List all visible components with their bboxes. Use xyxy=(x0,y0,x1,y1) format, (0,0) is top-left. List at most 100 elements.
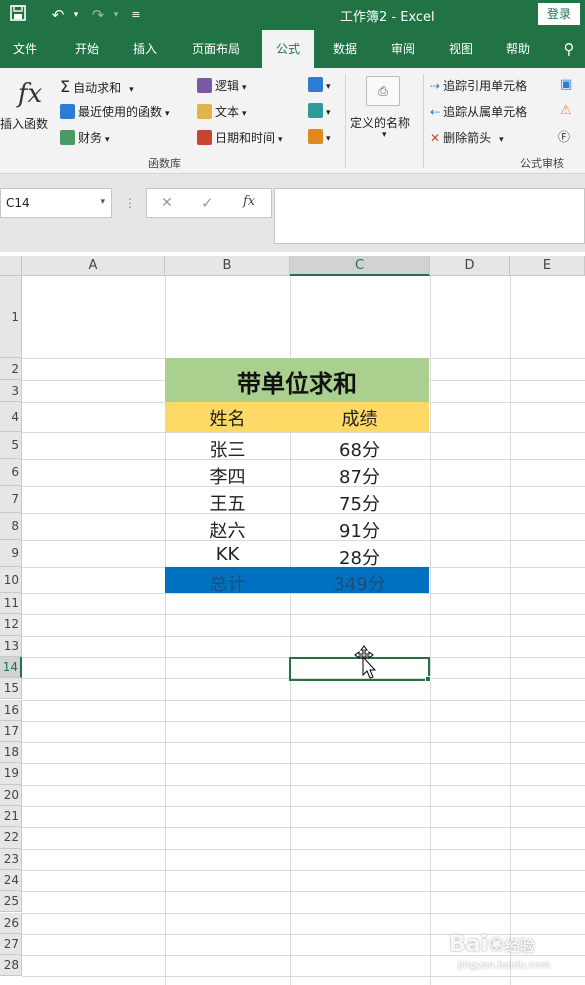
row-header-19[interactable]: 19 xyxy=(0,763,22,785)
row-header-2[interactable]: 2 xyxy=(0,358,22,380)
insert-function-label[interactable]: 插入函数 xyxy=(0,115,48,132)
resize-handle-icon[interactable]: ⋮ xyxy=(124,196,136,210)
row-header-15[interactable]: 15 xyxy=(0,678,22,700)
row-header-10[interactable]: 10 xyxy=(0,567,22,593)
watermark-brand-text: Bai xyxy=(449,932,489,957)
recent-functions-button[interactable]: 最近使用的函数 ▾ xyxy=(60,103,170,120)
row-header-26[interactable]: 26 xyxy=(0,912,22,934)
lookup-button[interactable]: ▾ xyxy=(308,77,331,92)
redo-icon[interactable]: ↷ xyxy=(88,5,108,25)
row-header-24[interactable]: 24 xyxy=(0,869,22,892)
total-value-cell[interactable]: 349分 xyxy=(290,570,429,596)
lookup-icon xyxy=(308,77,323,92)
tab-page-layout[interactable]: 页面布局 xyxy=(180,30,252,68)
row-header-27[interactable]: 27 xyxy=(0,933,22,956)
math-button[interactable]: ▾ xyxy=(308,103,331,118)
name-box[interactable]: C14 ▾ xyxy=(0,188,112,218)
remove-arrows-icon: ✕ xyxy=(430,131,441,145)
logical-button[interactable]: 逻辑 ▾ xyxy=(197,77,247,94)
score-cell[interactable]: 91分 xyxy=(290,517,429,543)
column-header-e[interactable]: E xyxy=(510,256,585,276)
name-cell[interactable]: 赵六 xyxy=(165,517,290,543)
text-button[interactable]: 文本 ▾ xyxy=(197,103,247,120)
undo-dropdown-icon[interactable]: ▾ xyxy=(66,5,86,25)
name-cell[interactable]: 李四 xyxy=(165,463,290,489)
row-header-4[interactable]: 4 xyxy=(0,402,22,432)
customize-toolbar-icon[interactable]: ≡ xyxy=(126,5,146,25)
name-cell[interactable]: 王五 xyxy=(165,490,290,516)
row-header-5[interactable]: 5 xyxy=(0,432,22,459)
row-header-22[interactable]: 22 xyxy=(0,827,22,849)
fill-handle[interactable] xyxy=(425,676,431,682)
redo-dropdown-icon[interactable]: ▾ xyxy=(106,5,126,25)
row-header-20[interactable]: 20 xyxy=(0,784,22,806)
score-cell[interactable]: 68分 xyxy=(290,436,429,462)
total-label-cell[interactable]: 总计 xyxy=(165,570,290,596)
error-checking-icon[interactable]: ⚠ xyxy=(560,103,572,118)
name-cell[interactable]: KK xyxy=(165,544,290,565)
row-header-12[interactable]: 12 xyxy=(0,614,22,636)
save-icon[interactable] xyxy=(8,5,28,25)
table-title[interactable]: 带单位求和 xyxy=(165,364,429,399)
row-header-7[interactable]: 7 xyxy=(0,486,22,513)
show-formulas-icon[interactable]: ▣ xyxy=(560,77,572,92)
row-header-6[interactable]: 6 xyxy=(0,459,22,486)
score-cell[interactable]: 87分 xyxy=(290,463,429,489)
insert-function-button[interactable]: fx xyxy=(6,80,54,108)
remove-arrows-button[interactable]: ✕ 删除箭头 ▾ xyxy=(430,129,504,146)
insert-function-icon[interactable]: fx xyxy=(243,194,255,209)
chevron-down-icon[interactable]: ▾ xyxy=(382,130,387,140)
cancel-icon[interactable]: ✕ xyxy=(161,195,173,211)
defined-names-button[interactable]: 定义的名称 xyxy=(350,114,410,131)
tab-formulas[interactable]: 公式 xyxy=(262,30,314,70)
select-all-button[interactable] xyxy=(0,256,22,276)
row-header-25[interactable]: 25 xyxy=(0,891,22,913)
search-icon[interactable]: ⚲ xyxy=(556,30,582,68)
tab-data[interactable]: 数据 xyxy=(318,30,372,68)
autosum-button[interactable]: Σ 自动求和 ▾ xyxy=(60,77,134,96)
row-header-16[interactable]: 16 xyxy=(0,699,22,721)
row-header-17[interactable]: 17 xyxy=(0,720,22,743)
tab-help[interactable]: 帮助 xyxy=(492,30,544,68)
name-manager-icon[interactable]: ⎙ xyxy=(366,76,400,106)
financial-button[interactable]: 财务 ▾ xyxy=(60,129,110,146)
row-header-14[interactable]: 14 xyxy=(0,656,22,679)
chevron-down-icon: ▾ xyxy=(326,82,331,92)
row-header-3[interactable]: 3 xyxy=(0,380,22,402)
tab-insert[interactable]: 插入 xyxy=(118,30,172,68)
score-cell[interactable]: 75分 xyxy=(290,490,429,516)
column-header-d[interactable]: D xyxy=(430,256,510,276)
name-cell[interactable]: 张三 xyxy=(165,436,290,462)
header-name[interactable]: 姓名 xyxy=(165,405,290,431)
tab-view[interactable]: 视图 xyxy=(434,30,488,68)
more-functions-button[interactable]: ▾ xyxy=(308,129,331,144)
row-header-11[interactable]: 11 xyxy=(0,593,22,615)
login-button[interactable]: 登录 xyxy=(538,3,580,25)
row-header-13[interactable]: 13 xyxy=(0,635,22,657)
tab-home[interactable]: 开始 xyxy=(60,30,114,68)
enter-icon[interactable]: ✓ xyxy=(201,194,214,212)
score-cell[interactable]: 28分 xyxy=(290,544,429,570)
datetime-button[interactable]: 日期和时间 ▾ xyxy=(197,129,283,146)
tab-file[interactable]: 文件 xyxy=(0,30,50,68)
row-header-8[interactable]: 8 xyxy=(0,513,22,540)
header-score[interactable]: 成绩 xyxy=(290,405,429,431)
row-header-18[interactable]: 18 xyxy=(0,742,22,764)
row-header-9[interactable]: 9 xyxy=(0,540,22,567)
paw-icon: ❀ xyxy=(488,932,505,956)
evaluate-formula-icon[interactable]: Ⓕ xyxy=(558,128,570,145)
column-header-c[interactable]: C xyxy=(290,256,430,276)
excel-window: ↶ ▾ ↷ ▾ ≡ 工作簿2 - Excel 登录 文件 开始 插入 页面布局 … xyxy=(0,0,585,985)
chevron-down-icon: ▾ xyxy=(242,83,247,93)
row-header-1[interactable]: 1 xyxy=(0,276,22,358)
row-header-28[interactable]: 28 xyxy=(0,955,22,977)
column-header-a[interactable]: A xyxy=(22,256,165,276)
row-header-21[interactable]: 21 xyxy=(0,806,22,828)
formula-input[interactable] xyxy=(274,188,585,244)
tab-review[interactable]: 审阅 xyxy=(376,30,430,68)
trace-dependents-button[interactable]: ⇠ 追踪从属单元格 xyxy=(430,103,527,120)
row-header-23[interactable]: 23 xyxy=(0,848,22,870)
column-header-b[interactable]: B xyxy=(165,256,290,276)
trace-precedents-button[interactable]: ⇢ 追踪引用单元格 xyxy=(430,77,527,94)
undo-icon[interactable]: ↶ xyxy=(48,5,68,25)
